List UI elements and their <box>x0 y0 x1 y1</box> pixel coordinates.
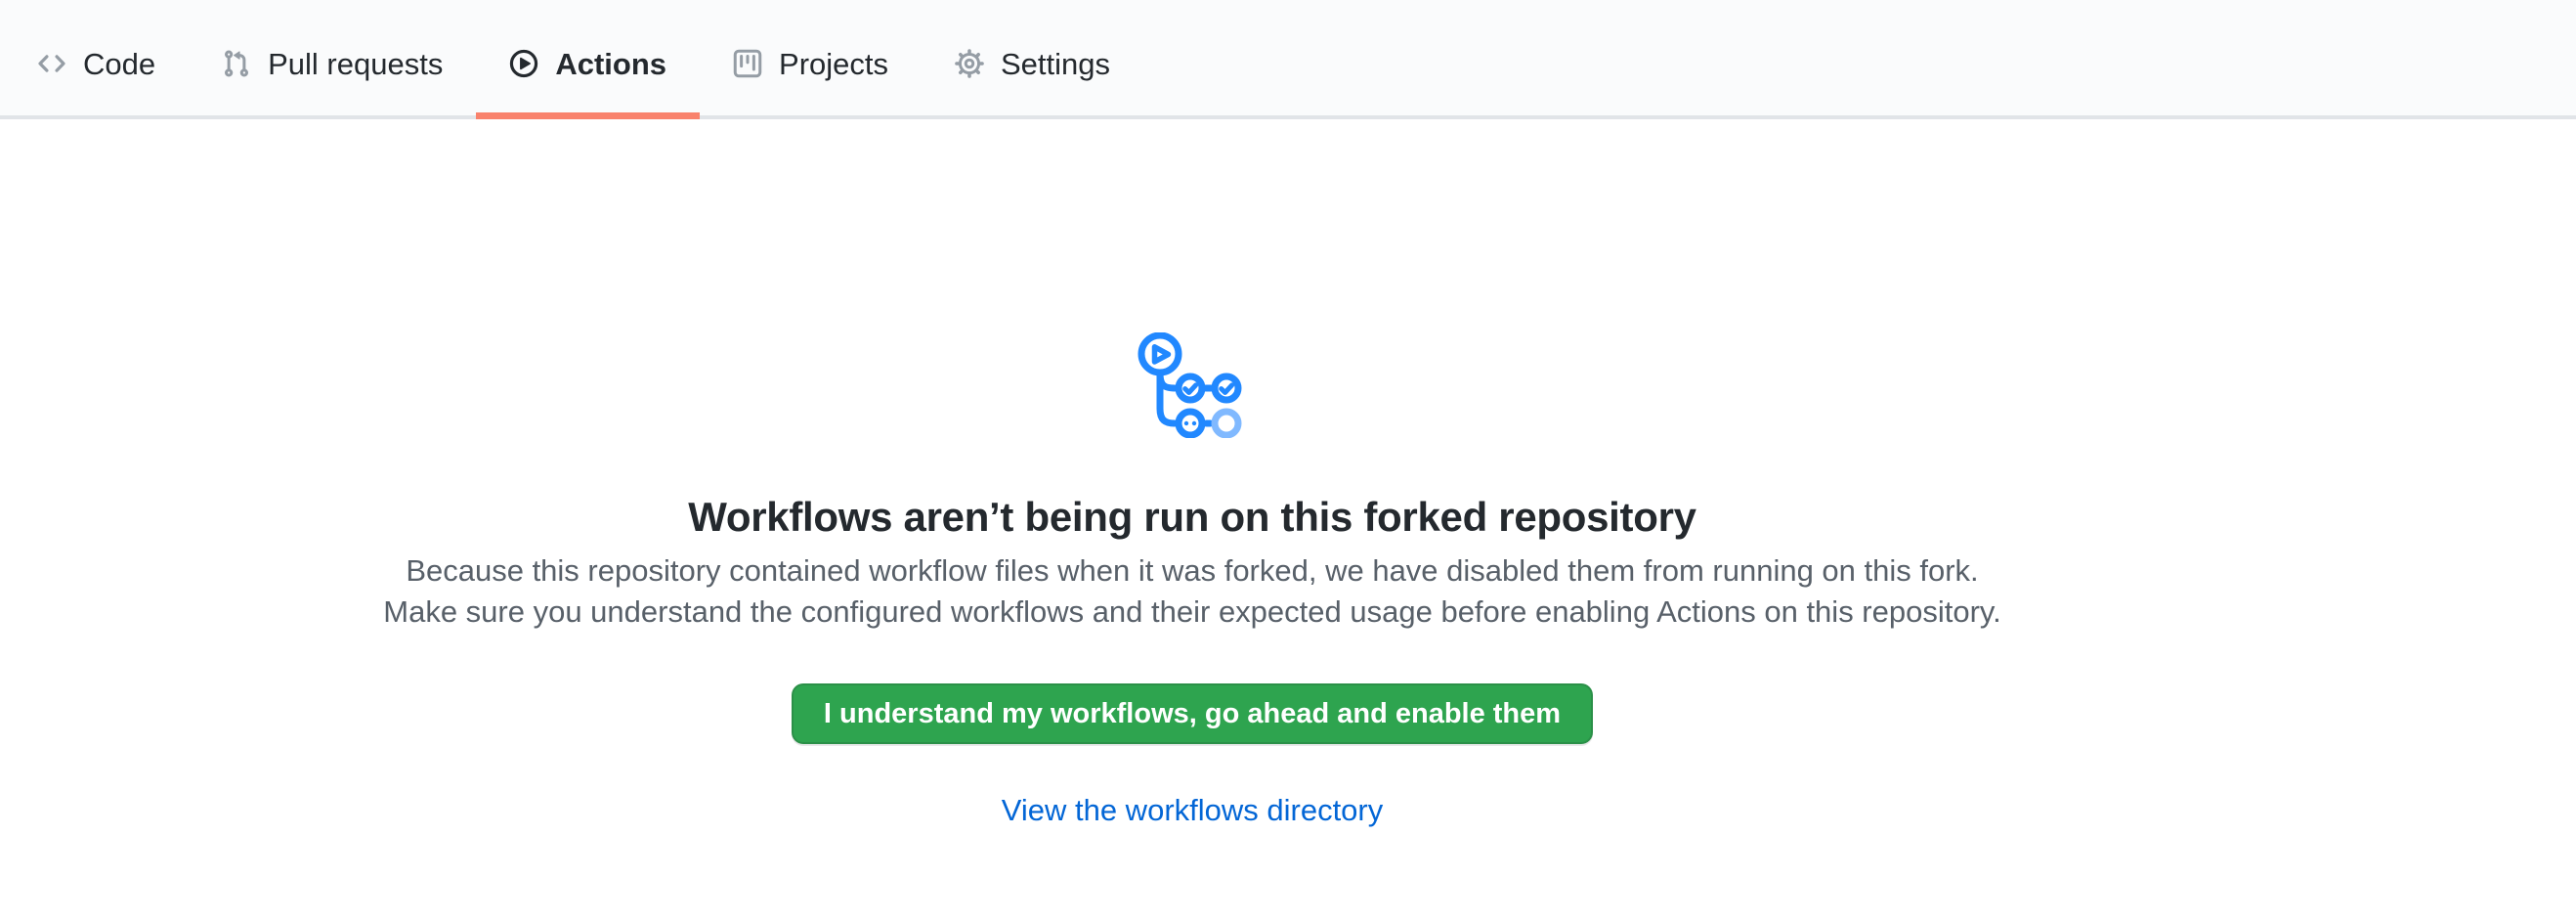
repo-tab-nav: Code Pull requests Actions <box>0 0 2576 119</box>
view-workflows-directory-link[interactable]: View the workflows directory <box>1002 793 1384 828</box>
tab-code[interactable]: Code <box>4 0 189 115</box>
actions-disabled-blankslate: Workflows aren’t being run on this forke… <box>0 119 2384 828</box>
code-icon <box>37 49 66 78</box>
tab-label: Projects <box>779 49 888 79</box>
gear-icon <box>955 49 984 78</box>
play-circle-icon <box>509 49 538 78</box>
tab-projects[interactable]: Projects <box>700 0 922 115</box>
blankslate-heading: Workflows aren’t being run on this forke… <box>688 494 1696 541</box>
enable-workflows-button[interactable]: I understand my workflows, go ahead and … <box>792 683 1593 744</box>
git-pull-request-icon <box>222 49 251 78</box>
tab-label: Pull requests <box>268 49 443 79</box>
blankslate-description: Because this repository contained workfl… <box>371 550 2013 633</box>
project-board-icon <box>733 49 762 78</box>
tab-actions[interactable]: Actions <box>476 0 700 115</box>
tab-label: Actions <box>555 49 666 79</box>
tab-label: Code <box>83 49 155 79</box>
tab-pull-requests[interactable]: Pull requests <box>189 0 476 115</box>
workflow-graph-icon <box>1138 332 1247 438</box>
tab-label: Settings <box>1001 49 1110 79</box>
tab-settings[interactable]: Settings <box>922 0 1143 115</box>
